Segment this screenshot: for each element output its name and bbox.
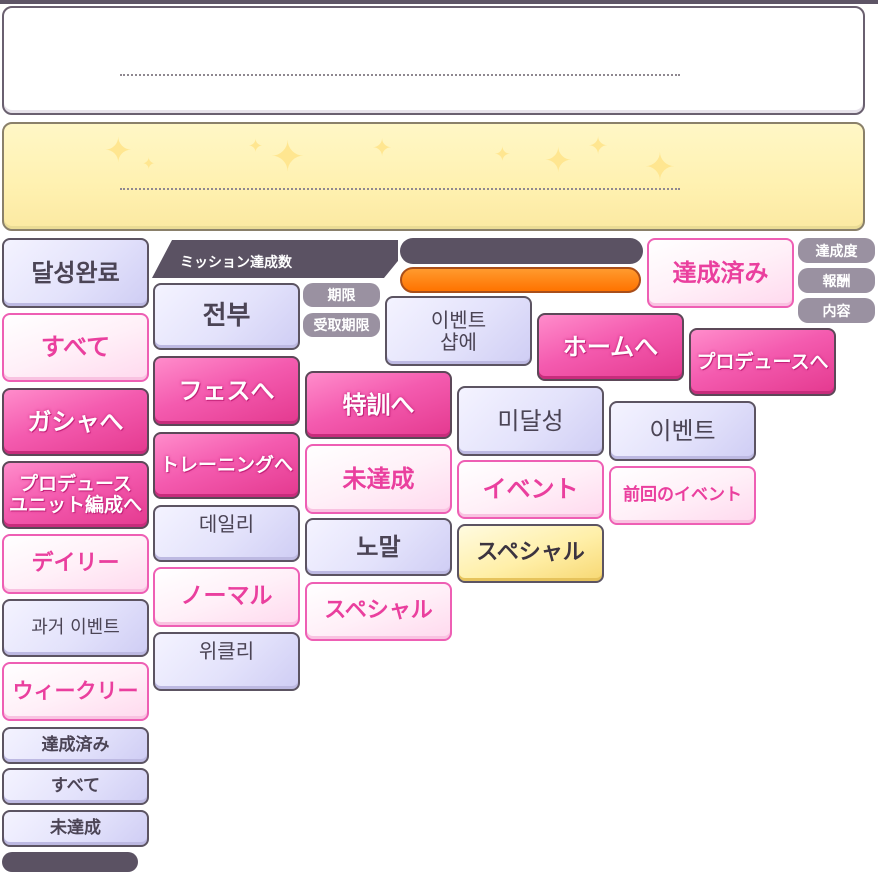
sparkle-icon: ✦ <box>248 136 264 157</box>
special-training-to-button[interactable]: 特訓へ <box>305 371 452 439</box>
sparkle-icon: ✦ <box>372 134 393 162</box>
daily-button-ko[interactable]: 데일리 <box>153 505 300 562</box>
event-button-ko[interactable]: 이벤트 <box>609 401 756 461</box>
training-to-button[interactable]: トレーニングへ <box>153 432 300 499</box>
normal-button-ko[interactable]: 노말 <box>305 518 452 576</box>
mission-count-header: ミッション達成数 <box>152 240 398 278</box>
tag-reward: 報酬 <box>798 268 875 293</box>
mission-count-label: ミッション達成数 <box>180 255 292 271</box>
sparkle-icon: ✦ <box>142 154 156 173</box>
special-button-gold[interactable]: スペシャル <box>457 524 604 583</box>
fes-to-button[interactable]: フェスへ <box>153 356 300 426</box>
gacha-to-button[interactable]: ガシャへ <box>2 388 149 456</box>
progress-bar-orange <box>400 267 641 293</box>
tag-receive-period: 受取期限 <box>303 313 380 337</box>
special-button-pink[interactable]: スペシャル <box>305 582 452 641</box>
mission-panel-yellow: ✦ ✦ ✦ ✦ ✦ ✦ ✦ ✦ ✦ <box>2 122 865 231</box>
prev-event-button[interactable]: 前回のイベント <box>609 466 756 525</box>
sparkle-icon: ✦ <box>104 131 133 171</box>
tag-period: 期限 <box>303 283 380 307</box>
produce-to-button[interactable]: プロデュースへ <box>689 328 836 396</box>
filter-notyet-button[interactable]: 未達成 <box>2 810 149 847</box>
achieved-button-pink[interactable]: 達成済み <box>647 238 794 308</box>
dotted-line <box>120 188 680 190</box>
event-shop-button[interactable]: 이벤트 샵에 <box>385 296 532 366</box>
top-bar <box>0 0 878 4</box>
daily-button-jp[interactable]: デイリー <box>2 534 149 594</box>
sparkle-icon: ✦ <box>544 141 573 181</box>
past-event-button[interactable]: 과거 이벤트 <box>2 599 149 657</box>
filter-done-button[interactable]: 達成済み <box>2 727 149 764</box>
filter-all-button[interactable]: すべて <box>2 768 149 805</box>
achieve-complete-button[interactable]: 달성완료 <box>2 238 149 308</box>
produce-unit-button[interactable]: プロデュース ユニット編成へ <box>2 461 149 529</box>
notyet-button-pink[interactable]: 未達成 <box>305 444 452 514</box>
notyet-button-ko[interactable]: 미달성 <box>457 386 604 456</box>
event-button-jp[interactable]: イベント <box>457 460 604 519</box>
sparkle-icon: ✦ <box>494 142 511 166</box>
all-button-ko[interactable]: 전부 <box>153 283 300 350</box>
dotted-line <box>120 74 680 76</box>
all-button-pink[interactable]: すべて <box>2 313 149 382</box>
sparkle-icon: ✦ <box>270 132 306 181</box>
sparkle-icon: ✦ <box>644 145 676 189</box>
weekly-button-jp[interactable]: ウィークリー <box>2 662 149 721</box>
tag-content: 内容 <box>798 298 875 323</box>
dark-bar <box>2 852 138 872</box>
sparkle-icon: ✦ <box>588 132 609 160</box>
progress-bar-dark <box>400 238 643 264</box>
normal-button-jp[interactable]: ノーマル <box>153 567 300 627</box>
tag-achievement-rate: 達成度 <box>798 238 875 263</box>
home-to-button[interactable]: ホームへ <box>537 313 684 381</box>
weekly-button-ko[interactable]: 위클리 <box>153 632 300 691</box>
mission-panel-white <box>2 6 865 115</box>
